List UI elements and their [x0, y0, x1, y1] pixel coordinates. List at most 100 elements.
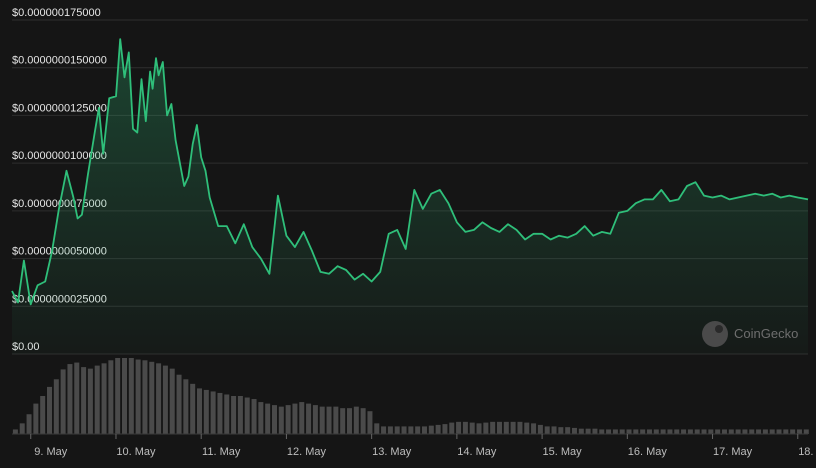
volume-bar — [33, 403, 39, 434]
volume-bar — [237, 396, 243, 434]
volume-bar — [149, 361, 155, 434]
volume-bar — [626, 429, 632, 434]
volume-bar — [312, 405, 318, 434]
volume-bar — [735, 429, 741, 434]
volume-bar — [19, 423, 25, 434]
volume-bar — [565, 427, 571, 434]
volume-bar — [121, 358, 127, 434]
volume-bar — [681, 429, 687, 434]
volume-bar — [435, 424, 441, 434]
volume-bar — [40, 396, 46, 434]
volume-bar — [449, 422, 455, 434]
volume-bar — [162, 365, 168, 434]
x-tick-label: 18. May — [798, 446, 816, 458]
x-tick-label: 10. May — [116, 446, 156, 458]
volume-bar — [108, 360, 114, 434]
volume-bar — [578, 428, 584, 434]
volume-bar — [176, 374, 182, 434]
volume-bar — [537, 424, 543, 434]
volume-bar — [394, 426, 400, 434]
volume-bar — [428, 425, 434, 434]
volume-bar — [326, 406, 332, 434]
volume-bar — [619, 429, 625, 434]
x-tick-label: 14. May — [457, 446, 497, 458]
volume-bar — [60, 369, 66, 434]
x-tick-label: 11. May — [202, 446, 241, 458]
volume-bar — [592, 428, 598, 434]
volume-bar — [142, 360, 148, 434]
volume-bar — [87, 368, 93, 434]
volume-bar — [53, 379, 59, 434]
volume-bar — [531, 423, 537, 434]
volume-bar — [462, 421, 468, 434]
volume-bar — [749, 429, 755, 434]
volume-bar — [135, 359, 141, 434]
volume-bar — [796, 429, 802, 434]
volume-bar — [292, 403, 298, 434]
volume-bar — [490, 421, 496, 434]
volume-bar — [101, 363, 107, 434]
volume-bar — [803, 429, 809, 434]
volume-bar — [496, 421, 502, 434]
volume-bar — [408, 426, 414, 434]
volume-bar — [599, 429, 605, 434]
volume-bar — [633, 429, 639, 434]
volume-bar — [442, 424, 448, 434]
volume-bar — [346, 408, 352, 434]
volume-bar — [728, 429, 734, 434]
volume-bar — [224, 394, 230, 434]
volume-bar — [756, 429, 762, 434]
volume-bar — [333, 406, 339, 434]
volume-bar — [544, 426, 550, 434]
volume-bar — [203, 389, 209, 434]
volume-bar — [715, 429, 721, 434]
volume-bar — [183, 379, 189, 434]
volume-bar — [415, 426, 421, 434]
volume-bar — [646, 429, 652, 434]
volume-bar — [265, 403, 271, 434]
volume-bar — [258, 402, 264, 434]
volume-bar — [476, 423, 482, 434]
volume-bar — [244, 397, 250, 434]
coingecko-gecko-icon-eye — [715, 325, 723, 333]
volume-bar — [783, 429, 789, 434]
volume-bar — [701, 429, 707, 434]
volume-bar — [667, 429, 673, 434]
volume-bar — [503, 421, 509, 434]
volume-bar — [571, 427, 577, 434]
volume-bar — [46, 386, 52, 434]
volume-bar — [674, 429, 680, 434]
x-tick-label: 17. May — [713, 446, 753, 458]
volume-bar — [421, 426, 427, 434]
watermark-text: CoinGecko — [734, 326, 798, 341]
x-tick-label: 13. May — [372, 446, 412, 458]
volume-bar — [74, 362, 80, 434]
volume-bar — [387, 426, 393, 434]
x-tick-label: 15. May — [543, 446, 583, 458]
volume-bar — [319, 406, 325, 434]
volume-bar — [769, 429, 775, 434]
coingecko-gecko-icon — [702, 321, 728, 347]
volume-bar — [524, 422, 530, 434]
x-axis: 9. May 10. May 11. May 12. May 13. May 14. Ma… — [12, 433, 816, 458]
volume-bar — [640, 429, 646, 434]
volume-bar — [340, 408, 346, 434]
volume-bar — [606, 429, 612, 434]
volume-bar — [360, 408, 366, 434]
volume-bar — [660, 429, 666, 434]
volume-bar — [374, 423, 380, 434]
volume-bar — [128, 358, 134, 434]
volume-bar — [790, 429, 796, 434]
volume-bar — [367, 411, 373, 434]
volume-bar — [306, 403, 312, 434]
volume-bar — [558, 427, 564, 434]
volume-bar — [115, 358, 121, 434]
volume-bar — [456, 421, 462, 434]
volume-bar — [251, 399, 257, 434]
volume-bar — [81, 367, 87, 434]
volume-bar — [401, 426, 407, 434]
x-tick-label: 9. May — [34, 446, 68, 458]
volume-bar — [217, 392, 223, 434]
price-chart[interactable]: $0.00$0.0000000025000$0.0000000050000$0.… — [0, 0, 816, 468]
volume-bar — [517, 421, 523, 434]
